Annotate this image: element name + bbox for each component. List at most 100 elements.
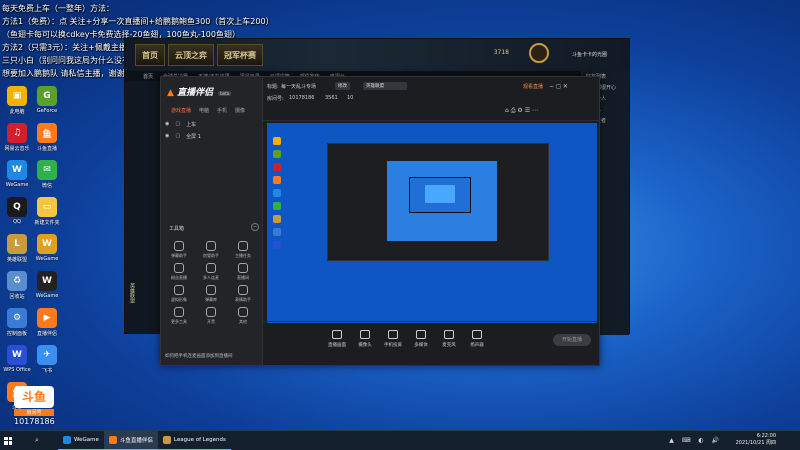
toolbox-header: 工具箱 − [169, 223, 259, 232]
stream-preview[interactable] [267, 123, 597, 323]
tool-item[interactable]: 弹幕库 [197, 285, 225, 303]
tool-label: 弹幕库 [205, 297, 217, 302]
desktop-icon[interactable]: W WeGame [32, 234, 62, 262]
game-currency: 3718 [493, 49, 509, 56]
tool-item[interactable]: 粉丝直播 [165, 263, 193, 281]
taskbar-app[interactable]: League of Legends [157, 431, 231, 450]
desktop-icon-label: 控制面板 [6, 331, 27, 337]
go-live-button[interactable]: 开始直播 [553, 334, 591, 346]
desktop-icon[interactable]: ♻ 回收站 [2, 271, 32, 300]
source-label: 手机投屏 [384, 343, 402, 348]
desktop-icon-label: 网易云音乐 [4, 146, 30, 152]
source-icon [332, 330, 342, 339]
taskbar-app-icon [63, 435, 71, 444]
tool-item[interactable]: 直播间 [229, 263, 257, 281]
source-button[interactable]: 直播画面 [323, 330, 351, 348]
app-icon: 鱼 [37, 123, 57, 143]
tab-phone[interactable]: 手机 [217, 107, 227, 114]
taskbar-app-label: WeGame [74, 436, 99, 443]
stream-app-window[interactable]: ▲ 直播伴侣 beta 游戏直播 电脑 手机 摄像 ◉ ▢ 上车 ◉ ▢ 全屏 … [160, 76, 600, 366]
taskbar: ⌕ WeGame 斗鱼直播伴侣 League of Legends ▲ ⌨ ◐ 🔊 … [0, 430, 800, 450]
desktop-icon[interactable]: G GeForce [32, 86, 62, 114]
tool-item[interactable]: 开黑 [197, 307, 225, 325]
eye-icon[interactable]: ◉ [165, 133, 169, 140]
tool-item[interactable]: 表情助手 [229, 285, 257, 303]
system-tray-icons[interactable]: ▲ ⌨ ◐ 🔊 [669, 437, 722, 444]
clock[interactable]: 6:22:00 2021/10/21 周四 [736, 433, 776, 447]
tool-item[interactable]: 其他 [229, 307, 257, 325]
watch-live-link[interactable]: 观看直播 [523, 83, 543, 90]
source-label: 多媒体 [414, 343, 428, 348]
source-button[interactable]: 手机投屏 [379, 330, 407, 348]
scene-item[interactable]: ◉ ▢ 上车 [165, 121, 196, 128]
tool-item[interactable]: 虚拟形象 [165, 285, 193, 303]
app-header: 标题: 每一天乱斗专场 修改 英雄联盟 房间号: 10178186 3561 1… [263, 77, 599, 121]
desktop-icon[interactable]: W WeGame [32, 271, 62, 299]
taskbar-app[interactable]: WeGame [58, 431, 104, 450]
app-icon: ♫ [7, 123, 27, 143]
game-nav-item[interactable]: 首页 [143, 73, 153, 80]
desktop-icon[interactable]: ♫ 网易云音乐 [2, 123, 32, 152]
windows-icon [4, 436, 12, 445]
app-icon: ✈ [37, 345, 57, 365]
desktop-icon[interactable]: ⚙ 控制面板 [2, 308, 32, 337]
desktop-icon[interactable]: ▶ 直播伴侣 [32, 308, 62, 337]
desktop-icon[interactable]: W WeGame [2, 160, 32, 188]
category-select[interactable]: 英雄联盟 [363, 82, 407, 90]
start-button[interactable] [0, 431, 16, 450]
app-icon: ▭ [37, 197, 57, 217]
tab-camera[interactable]: 摄像 [235, 107, 245, 114]
tool-icon [174, 241, 184, 251]
tool-item[interactable]: 更多工具 [165, 307, 193, 325]
tool-item[interactable]: 弹幕助手 [165, 241, 193, 259]
tool-label: 多人连麦 [203, 275, 219, 280]
desktop-icon-label: WeGame [35, 256, 59, 262]
source-button[interactable]: 多媒体 [407, 330, 435, 348]
desktop-icon[interactable]: Q QQ [2, 197, 32, 225]
desktop-icon[interactable]: ✈ 飞书 [32, 345, 62, 374]
source-icon [388, 330, 398, 339]
app-icon: W [7, 345, 27, 365]
tab-game[interactable]: 游戏直播 [171, 107, 191, 114]
game-tab[interactable]: 冠军杯赛 [217, 44, 263, 66]
desktop-icon[interactable]: ▣ 此电脑 [2, 86, 32, 115]
taskbar-app-label: 斗鱼直播伴侣 [119, 437, 153, 444]
player-avatar[interactable] [529, 43, 549, 63]
tool-item[interactable]: 房管助手 [197, 241, 225, 259]
app-logo: ▲ 直播伴侣 beta [167, 85, 232, 98]
edit-title-button[interactable]: 修改 [335, 82, 350, 90]
app-icon: ▶ [37, 308, 57, 328]
app-icon: W [7, 160, 27, 180]
source-label: 麦克风 [442, 343, 456, 348]
window-controls[interactable]: − ◻ ✕ [549, 83, 568, 90]
bottom-toolbar: 直播画面 摄像头 手机投屏 多媒体 麦克风 扬声器 开始直播 [263, 321, 599, 365]
taskbar-app-icon [162, 435, 171, 444]
desktop-icon[interactable]: 鱼斗鱼直播 [32, 123, 62, 152]
game-tab[interactable]: 首页 [135, 44, 165, 66]
lock-icon[interactable]: ▢ [175, 133, 180, 140]
desktop-icon-label: 斗鱼直播 [36, 146, 57, 152]
desktop-icon[interactable]: L 英雄联盟 [2, 234, 32, 263]
tool-item[interactable]: 主播任务 [229, 241, 257, 259]
app-sidebar: ▲ 直播伴侣 beta 游戏直播 电脑 手机 摄像 ◉ ▢ 上车 ◉ ▢ 全屏 … [161, 77, 263, 365]
desktop-icon[interactable]: ▭ 新建文件夹 [32, 197, 62, 226]
scene-item[interactable]: ◉ ▢ 全屏 1 [165, 133, 201, 140]
tool-item[interactable]: 多人连麦 [197, 263, 225, 281]
source-button[interactable]: 摄像头 [351, 330, 379, 348]
taskbar-app[interactable]: 斗鱼直播伴侣 [103, 430, 158, 450]
desktop-icon[interactable]: W WPS Office [2, 345, 32, 373]
collapse-icon[interactable]: − [251, 223, 259, 231]
game-tab[interactable]: 云顶之弈 [168, 44, 214, 66]
lock-icon[interactable]: ▢ [175, 121, 180, 128]
source-button[interactable]: 扬声器 [463, 330, 491, 348]
game-footer-label: 英雄联盟 [129, 283, 135, 303]
eye-icon[interactable]: ◉ [165, 121, 169, 128]
search-button[interactable]: ⌕ [16, 431, 58, 450]
desktop-icon[interactable]: ✉ 微信 [32, 160, 62, 189]
tool-label: 虚拟形象 [171, 297, 187, 302]
source-label: 扬声器 [470, 343, 484, 348]
help-tip[interactable]: 如何把手机连麦画面添加到直播间 [165, 353, 233, 359]
source-button[interactable]: 麦克风 [435, 330, 463, 348]
tab-pc[interactable]: 电脑 [199, 107, 209, 114]
header-action-icons[interactable]: ⌂ ⎙ ⚙ ☰ ⋯ [505, 107, 538, 115]
